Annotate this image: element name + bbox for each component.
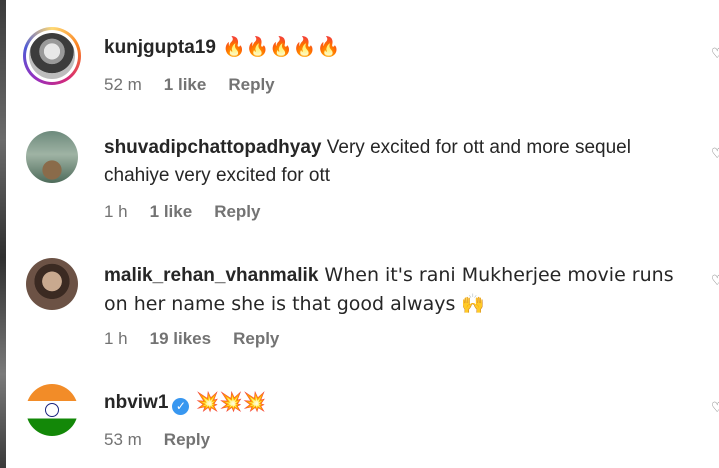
avatar-story-ring[interactable] [23, 27, 81, 85]
heart-icon[interactable]: ♡ [711, 146, 719, 160]
background-strip [0, 0, 6, 468]
comment-body: nbviw1 ✓ 💥💥💥 [104, 388, 694, 417]
reply-button[interactable]: Reply [233, 329, 279, 349]
avatar[interactable] [26, 131, 78, 183]
comment-time: 1 h [104, 329, 128, 348]
comment-meta: 1 h 19 likes Reply [104, 329, 279, 349]
comment-text: 🔥🔥🔥🔥🔥 [215, 36, 341, 58]
comment-likes[interactable]: 1 like [164, 75, 207, 95]
flag-chakra-icon [45, 403, 59, 417]
heart-icon[interactable]: ♡ [711, 273, 719, 287]
heart-icon[interactable]: ♡ [711, 46, 719, 60]
comment-username[interactable]: kunjgupta19 [104, 37, 216, 58]
comment-body: malik_rehan_vhanmalik When it's rani Muk… [104, 261, 684, 319]
comment-time: 52 m [104, 75, 142, 94]
avatar [29, 33, 75, 79]
comment-body: kunjgupta19 🔥🔥🔥🔥🔥 [104, 33, 694, 62]
comment-time: 1 h [104, 202, 128, 221]
comment-text: 💥💥💥 [189, 391, 267, 413]
comment-username[interactable]: nbviw1 [104, 392, 168, 413]
avatar[interactable] [26, 258, 78, 310]
comment-meta: 52 m 1 like Reply [104, 75, 275, 95]
avatar[interactable] [26, 384, 78, 436]
comment-meta: 1 h 1 like Reply [104, 202, 260, 222]
comment-time: 53 m [104, 430, 142, 449]
comment-body: shuvadipchattopadhyay Very excited for o… [104, 134, 684, 190]
comment-username[interactable]: malik_rehan_vhanmalik [104, 265, 318, 286]
comment-meta: 53 m Reply [104, 430, 210, 450]
reply-button[interactable]: Reply [214, 202, 260, 222]
comment-likes[interactable]: 1 like [150, 202, 193, 222]
reply-button[interactable]: Reply [164, 430, 210, 450]
comment-username[interactable]: shuvadipchattopadhyay [104, 137, 322, 158]
heart-icon[interactable]: ♡ [711, 400, 719, 414]
verified-badge-icon: ✓ [172, 398, 190, 415]
comment-likes[interactable]: 19 likes [150, 329, 211, 349]
reply-button[interactable]: Reply [228, 75, 274, 95]
